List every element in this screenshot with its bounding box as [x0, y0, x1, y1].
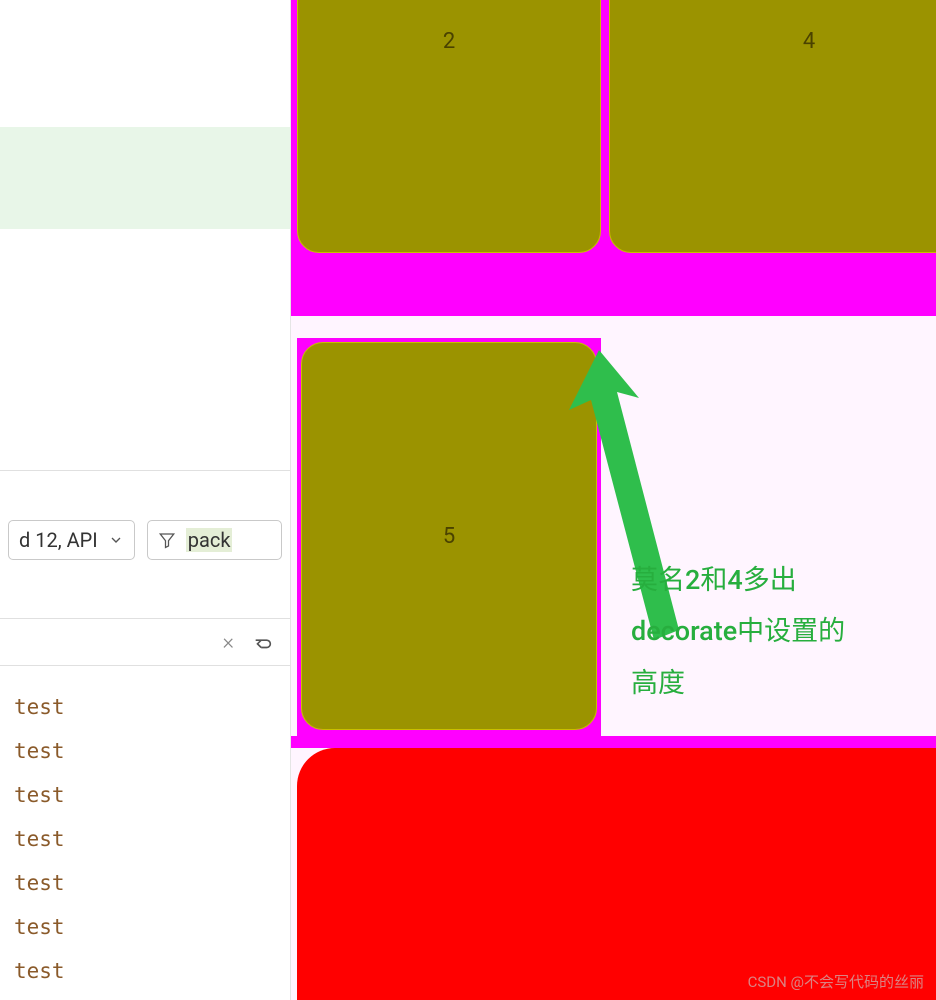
panel-divider [0, 470, 290, 471]
ide-panel: d 12, API pack × test test test test [0, 0, 291, 1000]
decoration-gap-1 [291, 253, 936, 316]
root: d 12, API pack × test test test test [0, 0, 936, 1000]
log-line: test [14, 817, 290, 861]
log-line: test [14, 861, 290, 905]
annotation-line: decorate中设置的 [631, 606, 921, 657]
device-dropdown-text: d 12, API [19, 528, 98, 552]
grid-item-label: 4 [803, 29, 815, 54]
chevron-down-icon [108, 532, 124, 548]
grid-item-label: 2 [443, 29, 455, 54]
logcat-toolbar: d 12, API pack [0, 520, 290, 560]
watermark: CSDN @不会写代码的丝丽 [748, 971, 924, 992]
log-output: test test test test test test test [14, 685, 290, 993]
code-highlight-strip [0, 127, 290, 229]
grid-item-4[interactable]: 4 [609, 0, 936, 253]
annotation-text: 莫名2和4多出 decorate中设置的 高度 [631, 555, 921, 709]
log-line: test [14, 729, 290, 773]
log-line: test [14, 773, 290, 817]
grid-item-label: 5 [443, 524, 455, 549]
close-icon[interactable]: × [222, 630, 234, 655]
decoration-gap-2 [291, 736, 936, 748]
log-line: test [14, 905, 290, 949]
grid-item-5[interactable]: 5 [301, 342, 597, 730]
grid-row-1: 2 4 [291, 0, 936, 253]
emulator-screen: 2 4 5 莫名2和4多出 decorate中设置的 [291, 0, 936, 1000]
log-line: test [14, 685, 290, 729]
search-row: × [0, 618, 290, 666]
background-gap [291, 316, 936, 338]
red-card[interactable] [297, 748, 936, 1000]
soft-wrap-icon[interactable] [252, 631, 274, 653]
grid-item-5-wrapper: 5 [297, 338, 601, 736]
device-dropdown[interactable]: d 12, API [8, 520, 135, 560]
funnel-icon [158, 531, 176, 549]
filter-text: pack [186, 528, 233, 552]
filter-input[interactable]: pack [147, 520, 282, 560]
grid-item-2[interactable]: 2 [297, 0, 601, 253]
annotation-line: 高度 [631, 658, 921, 709]
log-line: test [14, 949, 290, 993]
annotation-line: 莫名2和4多出 [631, 555, 921, 606]
